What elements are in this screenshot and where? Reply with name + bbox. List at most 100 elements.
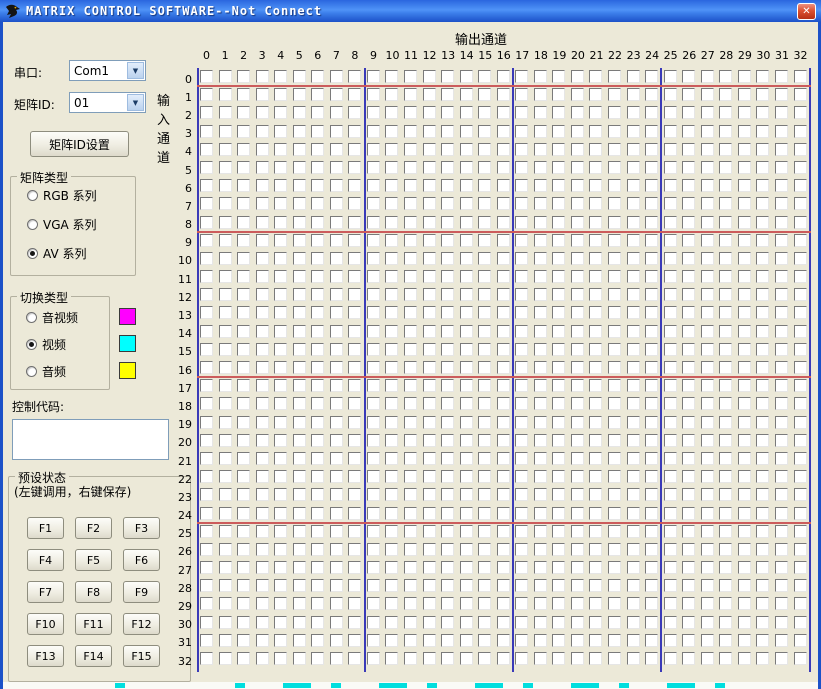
preset-button-f10[interactable]: F10 xyxy=(27,613,64,635)
matrix-cell[interactable] xyxy=(664,561,677,574)
matrix-cell[interactable] xyxy=(423,416,436,429)
matrix-cell[interactable] xyxy=(608,270,621,283)
matrix-cell[interactable] xyxy=(794,616,807,629)
matrix-cell[interactable] xyxy=(552,488,565,501)
matrix-cell[interactable] xyxy=(701,252,714,265)
matrix-cell[interactable] xyxy=(571,270,584,283)
matrix-cell[interactable] xyxy=(756,270,769,283)
matrix-cell[interactable] xyxy=(460,543,473,556)
matrix-cell[interactable] xyxy=(701,416,714,429)
matrix-cell[interactable] xyxy=(274,488,287,501)
matrix-cell[interactable] xyxy=(256,379,269,392)
matrix-cell[interactable] xyxy=(478,288,491,301)
matrix-cell[interactable] xyxy=(256,616,269,629)
matrix-cell[interactable] xyxy=(348,343,361,356)
matrix-cell[interactable] xyxy=(293,561,306,574)
matrix-cell[interactable] xyxy=(682,452,695,465)
matrix-cell[interactable] xyxy=(645,306,658,319)
matrix-cell[interactable] xyxy=(237,470,250,483)
matrix-cell[interactable] xyxy=(404,270,417,283)
matrix-cell[interactable] xyxy=(256,88,269,101)
matrix-cell[interactable] xyxy=(589,597,602,610)
matrix-cell[interactable] xyxy=(237,634,250,647)
matrix-cell[interactable] xyxy=(200,143,213,156)
matrix-cell[interactable] xyxy=(608,234,621,247)
matrix-cell[interactable] xyxy=(200,452,213,465)
matrix-cell[interactable] xyxy=(367,306,380,319)
matrix-cell[interactable] xyxy=(756,361,769,374)
preset-button-f11[interactable]: F11 xyxy=(75,613,112,635)
matrix-cell[interactable] xyxy=(423,507,436,520)
matrix-cell[interactable] xyxy=(497,416,510,429)
matrix-cell[interactable] xyxy=(627,88,640,101)
matrix-cell[interactable] xyxy=(682,416,695,429)
matrix-cell[interactable] xyxy=(794,270,807,283)
matrix-cell[interactable] xyxy=(515,343,528,356)
matrix-cell[interactable] xyxy=(589,252,602,265)
matrix-cell[interactable] xyxy=(348,397,361,410)
matrix-cell[interactable] xyxy=(515,179,528,192)
matrix-cell[interactable] xyxy=(534,543,547,556)
matrix-cell[interactable] xyxy=(348,361,361,374)
preset-button-f13[interactable]: F13 xyxy=(27,645,64,667)
matrix-cell[interactable] xyxy=(478,525,491,538)
matrix-cell[interactable] xyxy=(293,579,306,592)
matrix-cell[interactable] xyxy=(274,652,287,665)
matrix-cell[interactable] xyxy=(794,379,807,392)
matrix-cell[interactable] xyxy=(497,616,510,629)
matrix-cell[interactable] xyxy=(627,488,640,501)
matrix-cell[interactable] xyxy=(775,125,788,138)
matrix-cell[interactable] xyxy=(608,343,621,356)
matrix-cell[interactable] xyxy=(367,634,380,647)
matrix-cell[interactable] xyxy=(293,70,306,83)
matrix-cell[interactable] xyxy=(348,216,361,229)
matrix-cell[interactable] xyxy=(200,306,213,319)
matrix-cell[interactable] xyxy=(256,416,269,429)
matrix-cell[interactable] xyxy=(200,197,213,210)
matrix-cell[interactable] xyxy=(460,234,473,247)
matrix-cell[interactable] xyxy=(682,543,695,556)
matrix-cell[interactable] xyxy=(794,397,807,410)
matrix-cell[interactable] xyxy=(385,125,398,138)
matrix-cell[interactable] xyxy=(682,488,695,501)
matrix-cell[interactable] xyxy=(738,634,751,647)
matrix-cell[interactable] xyxy=(256,252,269,265)
matrix-cell[interactable] xyxy=(589,106,602,119)
matrix-cell[interactable] xyxy=(200,270,213,283)
matrix-cell[interactable] xyxy=(775,634,788,647)
matrix-cell[interactable] xyxy=(738,161,751,174)
matrix-cell[interactable] xyxy=(571,652,584,665)
matrix-cell[interactable] xyxy=(701,507,714,520)
matrix-cell[interactable] xyxy=(719,161,732,174)
matrix-cell[interactable] xyxy=(367,507,380,520)
matrix-cell[interactable] xyxy=(478,379,491,392)
matrix-cell[interactable] xyxy=(552,343,565,356)
matrix-cell[interactable] xyxy=(775,525,788,538)
matrix-cell[interactable] xyxy=(219,652,232,665)
matrix-cell[interactable] xyxy=(515,143,528,156)
matrix-cell[interactable] xyxy=(441,70,454,83)
matrix-cell[interactable] xyxy=(404,561,417,574)
matrix-cell[interactable] xyxy=(701,143,714,156)
matrix-cell[interactable] xyxy=(404,434,417,447)
matrix-cell[interactable] xyxy=(571,216,584,229)
matrix-cell[interactable] xyxy=(775,325,788,338)
matrix-cell[interactable] xyxy=(274,306,287,319)
matrix-cell[interactable] xyxy=(571,125,584,138)
matrix-cell[interactable] xyxy=(348,70,361,83)
matrix-cell[interactable] xyxy=(627,161,640,174)
matrix-cell[interactable] xyxy=(200,88,213,101)
matrix-cell[interactable] xyxy=(497,306,510,319)
matrix-cell[interactable] xyxy=(478,234,491,247)
matrix-cell[interactable] xyxy=(478,488,491,501)
matrix-cell[interactable] xyxy=(608,434,621,447)
matrix-cell[interactable] xyxy=(367,579,380,592)
matrix-cell[interactable] xyxy=(311,197,324,210)
matrix-cell[interactable] xyxy=(645,597,658,610)
matrix-cell[interactable] xyxy=(664,70,677,83)
matrix-cell[interactable] xyxy=(552,597,565,610)
matrix-cell[interactable] xyxy=(534,525,547,538)
matrix-cell[interactable] xyxy=(385,70,398,83)
matrix-cell[interactable] xyxy=(256,161,269,174)
matrix-cell[interactable] xyxy=(237,416,250,429)
